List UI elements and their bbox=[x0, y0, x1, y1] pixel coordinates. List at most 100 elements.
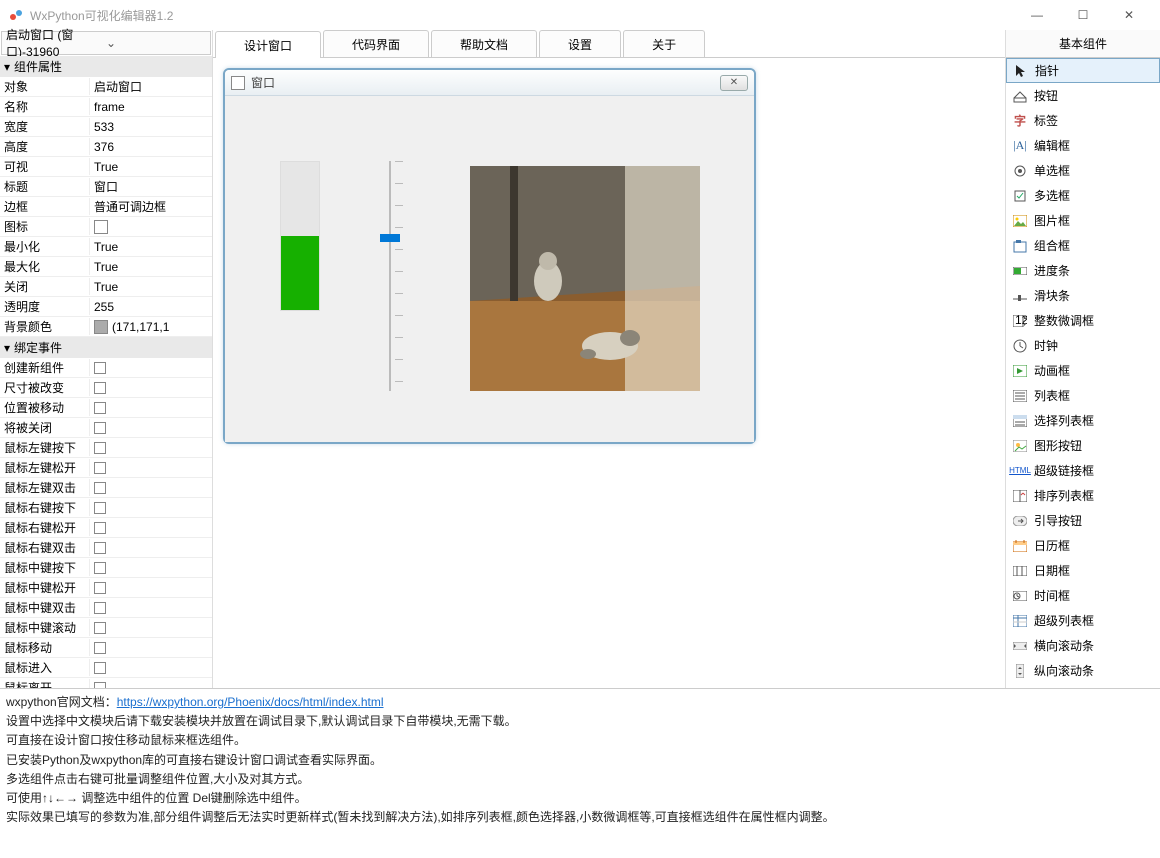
prop-value[interactable]: 255 bbox=[90, 300, 212, 314]
tab-3[interactable]: 设置 bbox=[539, 30, 621, 57]
toolbox-item-bmpbtn[interactable]: 图形按钮 bbox=[1006, 433, 1160, 458]
event-value[interactable] bbox=[90, 602, 212, 614]
event-value[interactable] bbox=[90, 562, 212, 574]
prop-value[interactable]: True bbox=[90, 240, 212, 254]
minimize-button[interactable]: — bbox=[1014, 0, 1060, 30]
event-value[interactable] bbox=[90, 422, 212, 434]
docs-link[interactable]: https://wxpython.org/Phoenix/docs/html/i… bbox=[117, 695, 384, 709]
prop-row[interactable]: 名称frame bbox=[0, 97, 212, 117]
event-row[interactable]: 鼠标离开 bbox=[0, 678, 212, 688]
toolbox-item-list[interactable]: 列表框 bbox=[1006, 383, 1160, 408]
design-surface[interactable]: 窗口 ✕ bbox=[213, 58, 1005, 688]
prop-value[interactable]: 窗口 bbox=[90, 178, 212, 195]
event-row[interactable]: 鼠标移动 bbox=[0, 638, 212, 658]
prop-value[interactable]: True bbox=[90, 160, 212, 174]
event-value[interactable] bbox=[90, 542, 212, 554]
toolbox-item-superlist[interactable]: 超级列表框 bbox=[1006, 608, 1160, 633]
toolbox-item-progress[interactable]: 进度条 bbox=[1006, 258, 1160, 283]
prop-row[interactable]: 图标 bbox=[0, 217, 212, 237]
event-row[interactable]: 鼠标右键按下 bbox=[0, 498, 212, 518]
checkbox-icon[interactable] bbox=[94, 522, 106, 534]
prop-value[interactable] bbox=[90, 220, 212, 234]
slider-thumb[interactable] bbox=[380, 234, 400, 242]
event-row[interactable]: 尺寸被改变 bbox=[0, 378, 212, 398]
image-widget[interactable] bbox=[470, 166, 700, 391]
checkbox-icon[interactable] bbox=[94, 622, 106, 634]
toolbox-item-vscroll[interactable]: 纵向滚动条 bbox=[1006, 658, 1160, 683]
prop-row[interactable]: 可视True bbox=[0, 157, 212, 177]
toolbox-item-spin[interactable]: 12整数微调框 bbox=[1006, 308, 1160, 333]
prop-section-props[interactable]: ▾组件属性 bbox=[0, 56, 212, 77]
event-row[interactable]: 鼠标中键双击 bbox=[0, 598, 212, 618]
toolbox-item-wizard[interactable]: 引导按钮 bbox=[1006, 508, 1160, 533]
slider-widget[interactable] bbox=[375, 161, 405, 391]
event-value[interactable] bbox=[90, 402, 212, 414]
toolbox-item-choice[interactable]: 选择列表框 bbox=[1006, 408, 1160, 433]
prop-row[interactable]: 边框普通可调边框 bbox=[0, 197, 212, 217]
toolbox-item-radio[interactable]: 单选框 bbox=[1006, 158, 1160, 183]
toolbox-item-cal[interactable]: 日历框 bbox=[1006, 533, 1160, 558]
toolbox-item-date[interactable]: 日期框 bbox=[1006, 558, 1160, 583]
checkbox-icon[interactable] bbox=[94, 582, 106, 594]
tab-2[interactable]: 帮助文档 bbox=[431, 30, 537, 57]
checkbox-icon[interactable] bbox=[94, 542, 106, 554]
toolbox-list[interactable]: 指针按钮字标签|A|编辑框单选框多选框图片框组合框进度条滑块条12整数微调框时钟… bbox=[1006, 58, 1160, 688]
event-value[interactable] bbox=[90, 642, 212, 654]
prop-row[interactable]: 标题窗口 bbox=[0, 177, 212, 197]
event-value[interactable] bbox=[90, 462, 212, 474]
toolbox-item-sortlist[interactable]: 排序列表框 bbox=[1006, 483, 1160, 508]
event-value[interactable] bbox=[90, 362, 212, 374]
prop-row[interactable]: 最小化True bbox=[0, 237, 212, 257]
toolbox-item-anim[interactable]: 动画框 bbox=[1006, 358, 1160, 383]
checkbox-icon[interactable] bbox=[94, 562, 106, 574]
event-value[interactable] bbox=[90, 622, 212, 634]
event-row[interactable]: 鼠标中键滚动 bbox=[0, 618, 212, 638]
preview-close-button[interactable]: ✕ bbox=[720, 75, 748, 91]
prop-row[interactable]: 宽度533 bbox=[0, 117, 212, 137]
toolbox-item-link[interactable]: HTML超级链接框 bbox=[1006, 458, 1160, 483]
checkbox-icon[interactable] bbox=[94, 422, 106, 434]
toolbox-item-btn[interactable]: 按钮 bbox=[1006, 83, 1160, 108]
prop-row[interactable]: 透明度255 bbox=[0, 297, 212, 317]
property-grid[interactable]: ▾组件属性对象启动窗口名称frame宽度533高度376可视True标题窗口边框… bbox=[0, 56, 212, 688]
object-selector[interactable]: 启动窗口 (窗口)-31960 ⌄ bbox=[1, 31, 211, 55]
event-row[interactable]: 鼠标右键双击 bbox=[0, 538, 212, 558]
prop-value[interactable]: (171,171,1 bbox=[90, 320, 212, 334]
event-row[interactable]: 鼠标左键松开 bbox=[0, 458, 212, 478]
maximize-button[interactable]: ☐ bbox=[1060, 0, 1106, 30]
toolbox-item-hscroll[interactable]: 横向滚动条 bbox=[1006, 633, 1160, 658]
checkbox-icon[interactable] bbox=[94, 502, 106, 514]
checkbox-icon[interactable] bbox=[94, 482, 106, 494]
close-button[interactable]: ✕ bbox=[1106, 0, 1152, 30]
prop-value[interactable]: frame bbox=[90, 100, 212, 114]
preview-body[interactable] bbox=[225, 96, 754, 442]
prop-row[interactable]: 对象启动窗口 bbox=[0, 77, 212, 97]
prop-row[interactable]: 最大化True bbox=[0, 257, 212, 277]
prop-row[interactable]: 关闭True bbox=[0, 277, 212, 297]
event-row[interactable]: 鼠标中键按下 bbox=[0, 558, 212, 578]
checkbox-icon[interactable] bbox=[94, 382, 106, 394]
event-row[interactable]: 位置被移动 bbox=[0, 398, 212, 418]
prop-value[interactable]: 376 bbox=[90, 140, 212, 154]
event-row[interactable]: 鼠标右键松开 bbox=[0, 518, 212, 538]
tab-4[interactable]: 关于 bbox=[623, 30, 705, 57]
toolbox-item-label[interactable]: 字标签 bbox=[1006, 108, 1160, 133]
toolbox-item-clock[interactable]: 时钟 bbox=[1006, 333, 1160, 358]
prop-value[interactable]: True bbox=[90, 260, 212, 274]
checkbox-icon[interactable] bbox=[94, 362, 106, 374]
preview-window[interactable]: 窗口 ✕ bbox=[223, 68, 756, 444]
toolbox-item-check[interactable]: 多选框 bbox=[1006, 183, 1160, 208]
checkbox-icon[interactable] bbox=[94, 462, 106, 474]
toolbox-item-image[interactable]: 图片框 bbox=[1006, 208, 1160, 233]
toolbox-item-time[interactable]: 时间框 bbox=[1006, 583, 1160, 608]
prop-section-events[interactable]: ▾绑定事件 bbox=[0, 337, 212, 358]
event-row[interactable]: 鼠标进入 bbox=[0, 658, 212, 678]
preview-titlebar[interactable]: 窗口 ✕ bbox=[225, 70, 754, 96]
toolbox-item-slider[interactable]: 滑块条 bbox=[1006, 283, 1160, 308]
prop-value[interactable]: True bbox=[90, 280, 212, 294]
event-value[interactable] bbox=[90, 442, 212, 454]
prop-value[interactable]: 533 bbox=[90, 120, 212, 134]
event-value[interactable] bbox=[90, 522, 212, 534]
event-row[interactable]: 鼠标左键双击 bbox=[0, 478, 212, 498]
event-row[interactable]: 将被关闭 bbox=[0, 418, 212, 438]
